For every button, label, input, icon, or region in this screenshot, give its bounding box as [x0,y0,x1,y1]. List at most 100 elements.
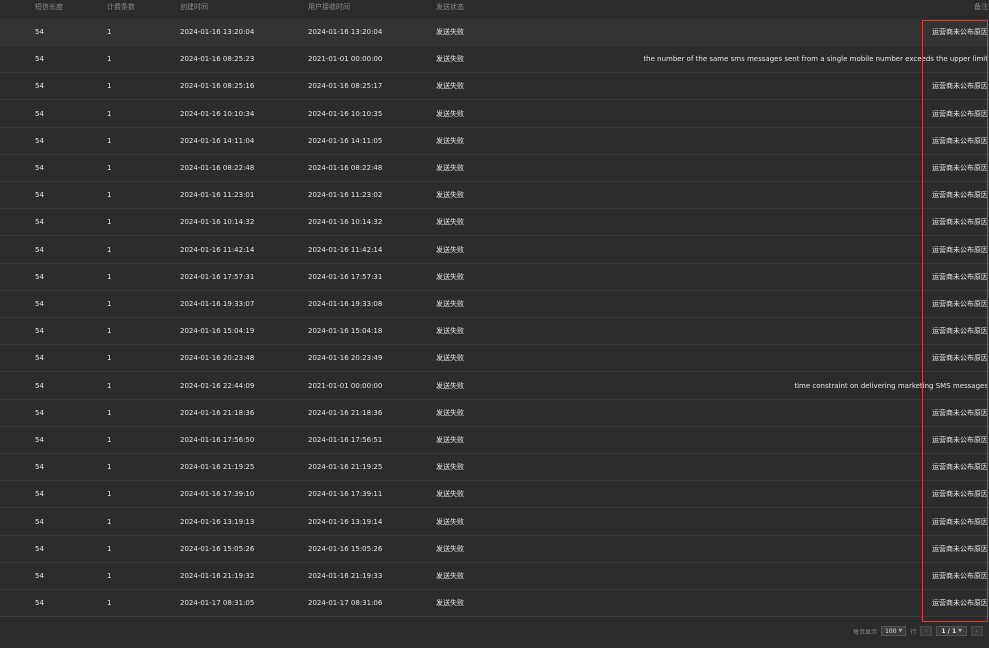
cell-created: 2024-01-16 13:19:13 [180,517,255,526]
cell-status: 发送失败 [436,354,464,363]
chevron-right-icon: › [975,627,979,635]
cell-received: 2024-01-17 08:31:06 [308,599,383,608]
table-row[interactable]: 54 1 2024-01-16 13:20:04 2024-01-16 13:20:0… [0,19,989,46]
cell-length: 54 [35,300,44,308]
header-received[interactable]: 用户接收时间 [308,2,350,12]
cell-status: 发送失败 [436,544,464,553]
table-row[interactable]: 54 1 2024-01-16 21:18:36 2024-01-16 21:18:3… [0,399,989,427]
cell-count: 1 [107,599,112,608]
table-row[interactable]: 54 1 2024-01-16 15:05:26 2024-01-16 15:05:2… [0,535,989,563]
table-row[interactable]: 54 1 2024-01-16 10:10:34 2024-01-16 10:10:3… [0,100,989,128]
cell-created: 2024-01-16 14:11:04 [180,136,255,145]
cell-created: 2024-01-16 08:25:23 [180,55,255,64]
table-row[interactable]: 54 1 2024-01-16 21:19:32 2024-01-16 21:19:3… [0,563,989,590]
sms-records-page: 短信长度 计费条数 创建时间 用户接收时间 发送状态 备注 54 1 2024-01… [0,0,989,648]
cell-count: 1 [107,463,112,472]
cell-length: 54 [35,164,44,172]
cell-status: 发送失败 [436,272,464,281]
cell-count: 1 [107,517,112,526]
table-row[interactable]: 54 1 2024-01-16 08:22:48 2024-01-16 08:22:4… [0,155,989,182]
table-row[interactable]: 54 1 2024-01-16 11:23:01 2024-01-16 11:23:0… [0,182,989,210]
cell-status: 发送失败 [436,436,464,444]
header-status[interactable]: 发送状态 [436,2,464,12]
cell-note: 运营商未公布原因 [932,354,988,363]
cell-count: 1 [107,191,112,200]
header-note[interactable]: 备注 [974,2,988,12]
prev-page-button[interactable]: ‹ [920,626,933,636]
cell-note: the number of the same sms messages sent… [643,55,988,64]
cell-created: 2024-01-17 08:31:05 [180,599,255,608]
cell-status: 发送失败 [436,599,464,608]
cell-status: 发送失败 [436,327,464,336]
cell-length: 54 [35,82,44,91]
cell-note: 运营商未公布原因 [932,245,988,254]
cell-note: 运营商未公布原因 [932,272,988,281]
cell-created: 2024-01-16 08:22:48 [180,164,255,172]
table-row[interactable]: 54 1 2024-01-16 21:19:25 2024-01-16 21:19:2… [0,454,989,482]
cell-count: 1 [107,82,112,91]
table-row[interactable]: 54 1 2024-01-16 13:19:13 2024-01-16 13:19:1… [0,508,989,536]
cell-status: 发送失败 [436,109,464,118]
cell-count: 1 [107,272,112,281]
cell-count: 1 [107,381,112,390]
cell-created: 2024-01-16 08:25:16 [180,82,255,91]
cell-created: 2024-01-16 21:19:32 [180,572,255,580]
table-row[interactable]: 54 1 2024-01-16 11:42:14 2024-01-16 11:42:1… [0,236,989,264]
page-select[interactable]: 1 / 1 ▼ [936,626,967,636]
pagination: 每页显示 100 ▼ 行 ‹ 1 / 1 ▼ › [853,625,983,637]
table-row[interactable]: 54 1 2024-01-16 17:56:50 2024-01-16 17:56:5… [0,427,989,454]
header-count[interactable]: 计费条数 [107,2,135,12]
cell-note: 运营商未公布原因 [932,408,988,417]
cell-note: 运营商未公布原因 [932,544,988,553]
cell-length: 54 [35,381,44,390]
cell-status: 发送失败 [436,28,464,36]
table-row[interactable]: 54 1 2024-01-16 10:14:32 2024-01-16 10:14:3… [0,209,989,237]
cell-count: 1 [107,28,112,36]
cell-note: 运营商未公布原因 [932,191,988,200]
table-row[interactable]: 54 1 2024-01-16 08:25:16 2024-01-16 08:25:1… [0,73,989,101]
cell-note: 运营商未公布原因 [932,82,988,91]
header-length[interactable]: 短信长度 [35,2,63,12]
cell-count: 1 [107,327,112,336]
cell-length: 54 [35,272,44,281]
per-page-label: 每页显示 [853,628,878,636]
table-row[interactable]: 54 1 2024-01-16 20:23:48 2024-01-16 20:23:4… [0,345,989,373]
cell-length: 54 [35,327,44,336]
cell-created: 2024-01-16 21:19:25 [180,463,255,472]
cell-created: 2024-01-16 22:44:09 [180,381,255,390]
cell-status: 发送失败 [436,572,464,580]
per-page-value: 100 [885,627,897,635]
cell-length: 54 [35,572,44,580]
table-row[interactable]: 54 1 2024-01-16 08:25:23 2021-01-01 00:00:0… [0,46,989,74]
cell-created: 2024-01-16 10:14:32 [180,218,255,227]
cell-length: 54 [35,544,44,553]
cell-length: 54 [35,463,44,472]
cell-note: 运营商未公布原因 [932,599,988,608]
table-row[interactable]: 54 1 2024-01-16 22:44:09 2021-01-01 00:00:0… [0,372,989,400]
cell-received: 2024-01-16 15:04:18 [308,327,383,336]
cell-length: 54 [35,354,44,363]
cell-created: 2024-01-16 20:23:48 [180,354,255,363]
table-row[interactable]: 54 1 2024-01-16 19:33:07 2024-01-16 19:33:0… [0,291,989,318]
table-row[interactable]: 54 1 2024-01-16 17:57:31 2024-01-16 17:57:3… [0,263,989,291]
table-row[interactable]: 54 1 2024-01-16 17:39:10 2024-01-16 17:39:1… [0,481,989,509]
cell-count: 1 [107,572,112,580]
cell-created: 2024-01-16 17:56:50 [180,436,255,444]
cell-received: 2024-01-16 21:19:25 [308,463,383,472]
cell-created: 2024-01-16 19:33:07 [180,300,255,308]
cell-length: 54 [35,490,44,499]
cell-status: 发送失败 [436,517,464,526]
cell-count: 1 [107,436,112,444]
per-page-select[interactable]: 100 ▼ [881,626,907,636]
cell-count: 1 [107,544,112,553]
cell-status: 发送失败 [436,136,464,145]
header-created[interactable]: 创建时间 [180,2,208,12]
cell-received: 2024-01-16 10:10:35 [308,109,383,118]
table-row[interactable]: 54 1 2024-01-17 08:31:05 2024-01-17 08:31:0… [0,590,989,618]
next-page-button[interactable]: › [971,626,983,636]
table-row[interactable]: 54 1 2024-01-16 15:04:19 2024-01-16 15:04:1… [0,318,989,346]
cell-status: 发送失败 [436,164,464,172]
cell-received: 2024-01-16 13:20:04 [308,28,383,36]
cell-received: 2024-01-16 19:33:08 [308,300,383,308]
table-row[interactable]: 54 1 2024-01-16 14:11:04 2024-01-16 14:11:0… [0,127,989,155]
